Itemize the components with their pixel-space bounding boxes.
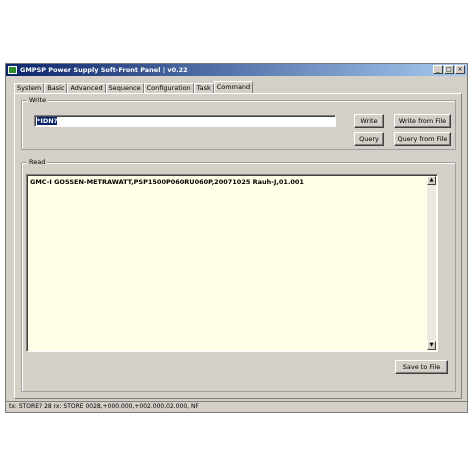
close-button[interactable]: × <box>455 65 465 74</box>
main-window: GMPSP Power Supply Soft-Front Panel | v0… <box>5 63 468 413</box>
query-from-file-button[interactable]: Query from File <box>394 132 451 146</box>
minimize-button[interactable]: _ <box>433 65 443 74</box>
tab-basic[interactable]: Basic <box>44 83 68 93</box>
write-groupbox: Write *IDN? Write Query Write from File … <box>21 96 456 150</box>
tab-task[interactable]: Task <box>193 83 214 93</box>
read-scrollbar[interactable]: ▲ ▼ <box>427 176 436 350</box>
title-bar[interactable]: GMPSP Power Supply Soft-Front Panel | v0… <box>6 64 467 76</box>
scroll-down-icon[interactable]: ▼ <box>427 341 436 350</box>
read-output[interactable]: GMC-I GOSSEN-METRAWATT,PSP1500P060RU060P… <box>26 174 438 352</box>
read-group-label: Read <box>27 158 48 166</box>
tab-advanced[interactable]: Advanced <box>67 83 106 93</box>
tab-configuration[interactable]: Configuration <box>143 83 194 93</box>
app-icon <box>8 66 17 74</box>
write-from-file-button[interactable]: Write from File <box>394 114 451 128</box>
status-text: tx: STORE? 28 rx: STORE 0028,+000.000,+0… <box>9 403 199 410</box>
window-title: GMPSP Power Supply Soft-Front Panel | v0… <box>20 66 188 74</box>
command-input-value: *IDN? <box>37 117 58 125</box>
read-output-text: GMC-I GOSSEN-METRAWATT,PSP1500P060RU060P… <box>30 178 304 186</box>
maximize-button[interactable]: □ <box>444 65 454 74</box>
tab-strip: System Basic Advanced Sequence Configura… <box>14 81 254 93</box>
write-button[interactable]: Write <box>354 114 384 128</box>
query-button[interactable]: Query <box>354 132 384 146</box>
write-group-label: Write <box>27 96 49 104</box>
tab-sequence[interactable]: Sequence <box>105 83 144 93</box>
command-input[interactable]: *IDN? <box>34 115 336 127</box>
tab-command[interactable]: Command <box>213 81 254 93</box>
scroll-up-icon[interactable]: ▲ <box>427 176 436 185</box>
save-to-file-button[interactable]: Save to File <box>395 360 448 374</box>
read-groupbox: Read GMC-I GOSSEN-METRAWATT,PSP1500P060R… <box>21 158 456 392</box>
command-tab-panel: Write *IDN? Write Query Write from File … <box>14 93 462 399</box>
tab-system[interactable]: System <box>14 83 45 93</box>
window-controls: _ □ × <box>433 65 465 74</box>
status-bar: tx: STORE? 28 rx: STORE 0028,+000.000,+0… <box>6 401 467 412</box>
